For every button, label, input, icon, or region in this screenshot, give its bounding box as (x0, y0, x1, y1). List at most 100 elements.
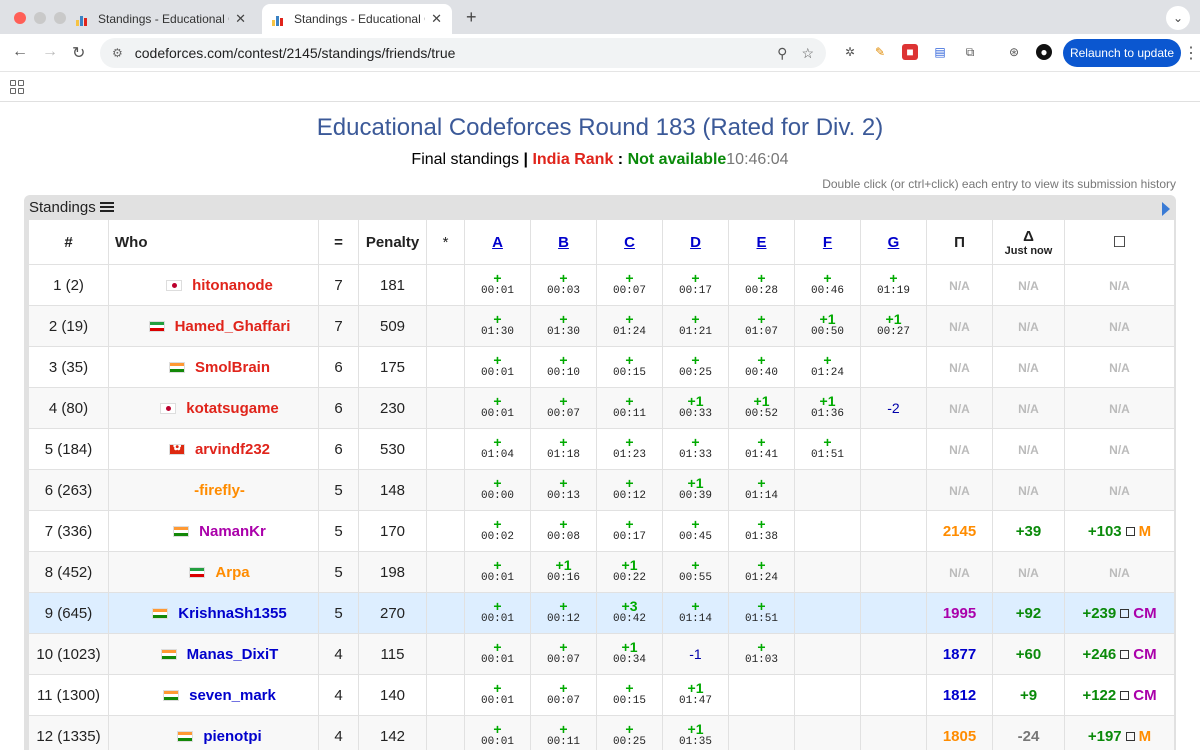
browser-tab-2[interactable]: Standings - Educational Code ✕ (262, 4, 452, 34)
problem-result-cell[interactable]: +00:12 (530, 592, 597, 634)
problem-result-cell[interactable]: +01:04 (464, 428, 531, 470)
new-tab-plus-icon[interactable]: + (466, 7, 477, 28)
handle-link[interactable]: hitonanode (192, 277, 273, 294)
problem-result-cell[interactable]: +00:07 (596, 264, 663, 306)
problem-result-cell[interactable]: +01:18 (530, 428, 597, 470)
who-cell[interactable]: arvindf232 (108, 428, 319, 470)
problem-result-cell[interactable]: +00:17 (662, 264, 729, 306)
problem-result-cell[interactable]: +1 00:50 (794, 305, 861, 347)
problem-result-cell[interactable]: +00:07 (530, 674, 597, 716)
problem-result-cell[interactable]: +00:07 (530, 387, 597, 429)
expand-arrow-icon[interactable] (1162, 202, 1170, 216)
browser-tab-1[interactable]: Standings - Educational Code ✕ (66, 4, 256, 34)
problem-result-cell[interactable]: +00:07 (530, 633, 597, 675)
problem-result-cell[interactable]: +01:41 (728, 428, 795, 470)
problem-result-cell[interactable]: +00:01 (464, 346, 531, 388)
who-cell[interactable]: Manas_DixiT (108, 633, 319, 675)
problem-result-cell[interactable]: +01:30 (530, 305, 597, 347)
problem-result-cell[interactable]: +00:25 (662, 346, 729, 388)
list-icon[interactable] (99, 202, 114, 213)
relaunch-button[interactable]: Relaunch to update (1063, 39, 1181, 67)
problem-e-link[interactable]: E (756, 234, 766, 251)
table-row[interactable]: 2 (19) Hamed_Ghaffari 7 509 +01:30 +01:30 +01:… (28, 305, 1175, 347)
problem-b-link[interactable]: B (558, 234, 569, 251)
problem-d-link[interactable]: D (690, 234, 701, 251)
problem-result-cell[interactable]: +3 00:42 (596, 592, 663, 634)
handle-link[interactable]: Arpa (215, 564, 249, 581)
problem-g-link[interactable]: G (888, 234, 900, 251)
problem-e-header[interactable]: E (728, 219, 795, 265)
problem-result-cell[interactable]: +00:40 (728, 346, 795, 388)
problem-result-cell[interactable]: +00:13 (530, 469, 597, 511)
handle-link[interactable]: pienotpi (203, 728, 261, 745)
problem-a-header[interactable]: A (464, 219, 531, 265)
who-cell[interactable]: pienotpi (108, 715, 319, 750)
problem-result-cell[interactable]: +01:51 (794, 428, 861, 470)
apps-grid-icon[interactable] (10, 80, 24, 94)
who-cell[interactable]: KrishnaSh1355 (108, 592, 319, 634)
profile-avatar-icon[interactable]: ● (1036, 44, 1052, 60)
extension-gear-icon[interactable]: ✲ (842, 44, 858, 60)
who-cell[interactable]: hitonanode (108, 264, 319, 306)
problem-result-cell[interactable]: +00:17 (596, 510, 663, 552)
problem-result-cell[interactable]: +1 00:22 (596, 551, 663, 593)
problem-f-header[interactable]: F (794, 219, 861, 265)
problem-result-cell[interactable]: +00:25 (596, 715, 663, 750)
problem-result-cell[interactable]: +01:24 (596, 305, 663, 347)
close-tab-icon[interactable]: ✕ (431, 11, 442, 27)
problem-result-cell[interactable]: +01:21 (662, 305, 729, 347)
table-row[interactable]: 9 (645) KrishnaSh1355 5 270 +00:01 +00:12 +3 00… (28, 592, 1175, 634)
extension-flag-icon[interactable]: ▤ (932, 44, 948, 60)
chatgpt-extension-icon[interactable]: ⊛ (1006, 44, 1022, 60)
handle-link[interactable]: SmolBrain (195, 359, 270, 376)
problem-result-cell[interactable]: +00:46 (794, 264, 861, 306)
who-cell[interactable]: NamanKr (108, 510, 319, 552)
handle-link[interactable]: arvindf232 (195, 441, 270, 458)
problem-result-cell[interactable]: +00:10 (530, 346, 597, 388)
minimize-window-button[interactable] (34, 12, 46, 24)
problem-result-cell[interactable]: +00:01 (464, 674, 531, 716)
table-row[interactable]: 5 (184)arvindf2326530+01:04+01:18+01:23+… (28, 428, 1175, 470)
table-row[interactable]: 7 (336) NamanKr 5 170 +00:02 +00:08 +00:17 +00:… (28, 510, 1175, 552)
problem-result-cell[interactable]: +00:01 (464, 633, 531, 675)
problem-result-cell[interactable]: +00:15 (596, 674, 663, 716)
back-arrow-icon[interactable]: ← (12, 43, 28, 61)
maximize-window-button[interactable] (54, 12, 66, 24)
problem-result-cell[interactable]: +01:33 (662, 428, 729, 470)
menu-kebab-icon[interactable]: ⋮ (1183, 43, 1199, 63)
problem-c-link[interactable]: C (624, 234, 635, 251)
reload-icon[interactable]: ↻ (72, 43, 85, 63)
handle-link[interactable]: -firefly- (194, 482, 245, 499)
close-tab-icon[interactable]: ✕ (235, 11, 246, 27)
problem-result-cell[interactable]: +00:12 (596, 469, 663, 511)
close-window-button[interactable] (14, 12, 26, 24)
problem-result-cell[interactable]: +00:03 (530, 264, 597, 306)
problem-b-header[interactable]: B (530, 219, 597, 265)
problem-result-cell[interactable]: +00:15 (596, 346, 663, 388)
problem-result-cell[interactable]: +00:11 (596, 387, 663, 429)
extension-pen-icon[interactable]: ✎ (872, 44, 888, 60)
problem-c-header[interactable]: C (596, 219, 663, 265)
problem-result-cell[interactable]: +00:01 (464, 592, 531, 634)
problem-result-cell[interactable]: +00:28 (728, 264, 795, 306)
problem-result-cell[interactable]: +01:23 (596, 428, 663, 470)
problem-result-cell[interactable]: +1 01:36 (794, 387, 861, 429)
problem-result-cell[interactable]: +1 00:39 (662, 469, 729, 511)
handle-link[interactable]: KrishnaSh1355 (178, 605, 286, 622)
problem-result-cell[interactable]: +00:45 (662, 510, 729, 552)
problem-f-link[interactable]: F (823, 234, 832, 251)
problem-result-cell[interactable]: +00:08 (530, 510, 597, 552)
problem-result-cell[interactable]: -2 (860, 387, 927, 429)
forward-arrow-icon[interactable]: → (42, 43, 58, 61)
who-cell[interactable]: -firefly- (108, 469, 319, 511)
problem-result-cell[interactable]: +1 01:35 (662, 715, 729, 750)
who-cell[interactable]: Hamed_Ghaffari (108, 305, 319, 347)
handle-link[interactable]: NamanKr (199, 523, 266, 540)
tab-search-chevron-icon[interactable]: ⌄ (1166, 6, 1190, 30)
problem-result-cell[interactable]: +1 00:16 (530, 551, 597, 593)
problem-result-cell[interactable]: +01:03 (728, 633, 795, 675)
who-cell[interactable]: Arpa (108, 551, 319, 593)
problem-result-cell[interactable]: +00:55 (662, 551, 729, 593)
handle-link[interactable]: seven_mark (189, 687, 276, 704)
problem-a-link[interactable]: A (492, 234, 503, 251)
